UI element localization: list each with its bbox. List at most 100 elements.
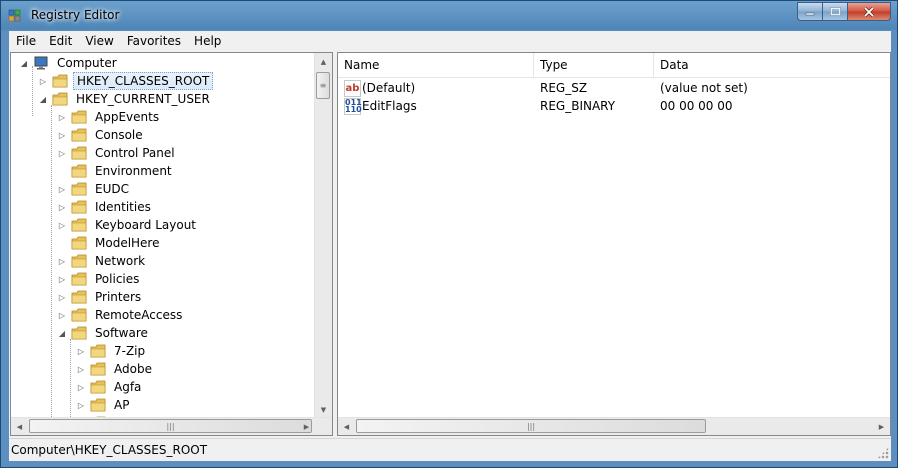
tree-node[interactable]: ▷ Identities — [57, 198, 154, 216]
tree-node[interactable]: ▷ Network — [57, 252, 148, 270]
list-horizontal-scrollbar[interactable]: ◀ ||| ▶ — [338, 417, 890, 435]
folder-icon — [71, 128, 87, 142]
tree-label: RemoteAccess — [95, 308, 183, 322]
menu-help[interactable]: Help — [187, 34, 227, 48]
tree-node[interactable]: ▷ 7-Zip — [76, 342, 148, 360]
scroll-down-arrow-icon[interactable]: ▼ — [315, 401, 332, 418]
tree-node[interactable]: ▷ Console — [57, 126, 146, 144]
scroll-right-arrow-icon[interactable]: ▶ — [873, 418, 890, 435]
maximize-button[interactable] — [823, 2, 848, 21]
tree-label: EUDC — [95, 182, 129, 196]
status-bar: Computer\HKEY_CLASSES_ROOT — [9, 438, 891, 461]
collapsed-arrow-icon[interactable]: ▷ — [76, 346, 86, 356]
collapsed-arrow-icon[interactable]: ▷ — [57, 202, 67, 212]
tree-label: Computer — [57, 56, 117, 70]
tree-node[interactable]: ModelHere — [57, 234, 163, 252]
collapsed-arrow-icon[interactable]: ▷ — [57, 220, 67, 230]
scroll-left-arrow-icon[interactable]: ◀ — [11, 418, 28, 435]
tree-node[interactable]: ▷ AppEvents — [57, 108, 162, 126]
tree-label: HKEY_CURRENT_USER — [76, 92, 210, 106]
expanded-arrow-icon[interactable]: ◢ — [38, 94, 48, 104]
value-row[interactable]: 011 110 EditFlags REG_BINARY 00 00 00 00 — [338, 97, 890, 115]
tree-node[interactable]: ▷ RemoteAccess — [57, 306, 185, 324]
tree-node[interactable]: ▷ Control Panel — [57, 144, 178, 162]
tree-node[interactable]: ▷ HKEY_CLASSES_ROOT — [38, 72, 214, 90]
collapsed-arrow-icon[interactable]: ▷ — [57, 274, 67, 284]
tree-label: AppEvents — [95, 110, 160, 124]
value-row[interactable]: ab (Default) REG_SZ (value not set) — [338, 79, 890, 97]
values-list-pane[interactable]: Name Type Data ab (Default) REG_SZ (valu… — [337, 52, 891, 436]
tree-label: Agfa — [114, 380, 142, 394]
tree-node[interactable]: ▷ EUDC — [57, 180, 132, 198]
maximize-icon — [829, 7, 841, 16]
column-header-type[interactable]: Type — [534, 53, 654, 77]
menu-view[interactable]: View — [78, 34, 119, 48]
tree-node[interactable]: ◢ HKEY_CURRENT_USER — [38, 90, 213, 108]
collapsed-arrow-icon[interactable]: ▷ — [76, 364, 86, 374]
scroll-left-arrow-icon[interactable]: ◀ — [338, 418, 355, 435]
folder-icon — [71, 200, 87, 214]
key-tree-pane[interactable]: ◢ Computer ▷ HKEY_CLASSES_ROOT ◢ HKEY_CURRE… — [10, 52, 333, 436]
collapsed-arrow-icon[interactable]: ▷ — [57, 256, 67, 266]
resize-grip-icon[interactable] — [877, 447, 889, 459]
collapsed-arrow-icon[interactable]: ▷ — [38, 76, 48, 86]
window-title: Registry Editor — [31, 8, 120, 22]
column-header-name[interactable]: Name — [338, 53, 534, 77]
tree-label: HKEY_CLASSES_ROOT — [73, 72, 214, 90]
collapsed-arrow-icon[interactable]: ▷ — [57, 184, 67, 194]
tree-label: Policies — [95, 272, 140, 286]
value-type: REG_BINARY — [540, 99, 616, 113]
close-button[interactable] — [848, 2, 891, 21]
tree-vertical-scrollbar[interactable]: ▲ ≡ ▼ — [314, 53, 332, 418]
collapsed-arrow-icon[interactable]: ▷ — [57, 130, 67, 140]
collapsed-arrow-icon[interactable]: ▷ — [57, 310, 67, 320]
tree-node[interactable]: Environment — [57, 162, 175, 180]
tree-label: Software — [95, 326, 148, 340]
expanded-arrow-icon[interactable]: ◢ — [57, 328, 67, 338]
tree-node[interactable]: ▷ AP — [76, 396, 132, 414]
collapsed-arrow-icon[interactable]: ▷ — [57, 112, 67, 122]
minimize-button[interactable] — [797, 2, 823, 21]
tree-node[interactable]: ▷ Policies — [57, 270, 142, 288]
tree-node-computer[interactable]: ◢ Computer — [19, 54, 120, 72]
collapsed-arrow-icon[interactable]: ▷ — [76, 382, 86, 392]
scroll-thumb[interactable]: ||| — [356, 419, 706, 433]
collapsed-arrow-icon[interactable]: ▷ — [57, 148, 67, 158]
folder-icon — [52, 92, 68, 106]
scroll-thumb[interactable]: ≡ — [316, 72, 330, 99]
tree-label: ModelHere — [95, 236, 160, 250]
folder-icon — [71, 146, 87, 160]
folder-icon — [71, 236, 87, 250]
tree-node[interactable]: ▷ Keyboard Layout — [57, 216, 199, 234]
folder-icon — [52, 74, 68, 88]
scroll-up-arrow-icon[interactable]: ▲ — [315, 53, 332, 70]
binary-value-icon: 011 110 — [344, 98, 362, 115]
scroll-thumb[interactable]: ||| — [29, 419, 312, 433]
folder-icon — [71, 272, 87, 286]
tree-horizontal-scrollbar[interactable]: ◀ ||| ▶ — [11, 417, 332, 435]
menu-edit[interactable]: Edit — [42, 34, 78, 48]
tree-node[interactable]: ◢ Software — [57, 324, 151, 342]
client-area: ◢ Computer ▷ HKEY_CLASSES_ROOT ◢ HKEY_CURRE… — [9, 50, 891, 438]
scroll-right-arrow-icon[interactable]: ▶ — [298, 418, 315, 435]
expanded-arrow-icon[interactable]: ◢ — [19, 58, 29, 68]
tree-node[interactable]: ▷ Adobe — [76, 360, 155, 378]
registry-cube-icon — [8, 9, 21, 22]
folder-icon — [71, 290, 87, 304]
title-bar[interactable]: Registry Editor — [1, 1, 897, 31]
tree-guide-line — [51, 105, 52, 435]
collapsed-arrow-icon[interactable]: ▷ — [57, 292, 67, 302]
tree-label: Adobe — [114, 362, 152, 376]
collapsed-arrow-icon[interactable]: ▷ — [76, 400, 86, 410]
menu-file[interactable]: File — [9, 34, 42, 48]
value-type: REG_SZ — [540, 81, 588, 95]
folder-icon — [90, 362, 106, 376]
value-name: EditFlags — [362, 99, 417, 113]
caption-buttons — [797, 2, 891, 21]
menu-favorites[interactable]: Favorites — [120, 34, 187, 48]
column-header-row: Name Type Data — [338, 53, 890, 78]
tree-node[interactable]: ▷ Printers — [57, 288, 144, 306]
column-header-data[interactable]: Data — [654, 53, 890, 77]
tree-node[interactable]: ▷ Agfa — [76, 378, 144, 396]
tree-label: Keyboard Layout — [95, 218, 197, 232]
